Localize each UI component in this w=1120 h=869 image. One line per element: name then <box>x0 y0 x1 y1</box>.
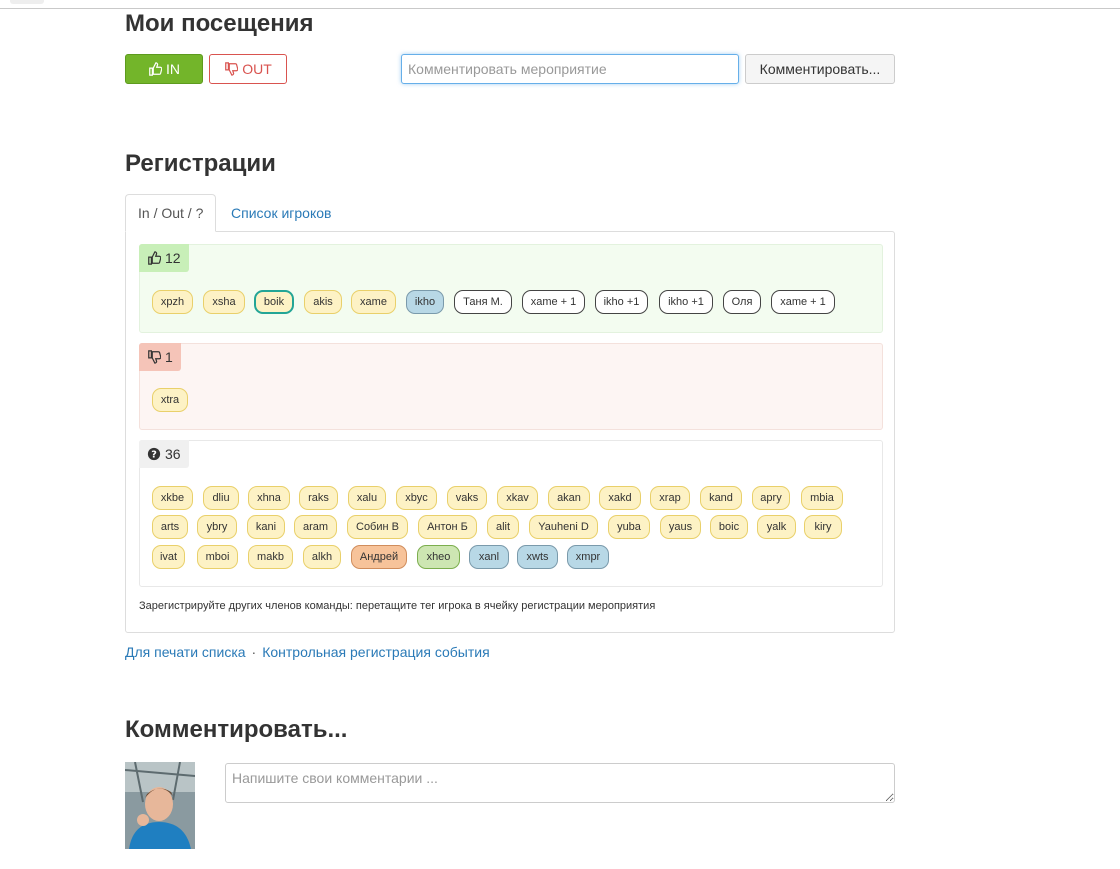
player-tag[interactable]: ivat <box>152 545 185 569</box>
player-tag[interactable]: makb <box>248 545 293 569</box>
print-list-link[interactable]: Для печати списка <box>125 644 246 660</box>
visits-heading: Мои посещения <box>125 10 314 37</box>
comments-heading: Комментировать... <box>125 716 348 743</box>
in-count: 12 <box>165 250 181 266</box>
player-tag[interactable]: dliu <box>203 486 239 510</box>
player-tag[interactable]: xwts <box>517 545 558 569</box>
player-tag[interactable]: vaks <box>447 486 487 510</box>
player-tag[interactable]: mbia <box>801 486 843 510</box>
out-box[interactable]: 1 xtra <box>139 343 883 430</box>
event-comment-input[interactable] <box>401 54 739 84</box>
registrations-heading: Регистрации <box>125 150 276 177</box>
player-tag[interactable]: Yauheni D <box>529 515 598 539</box>
player-tag[interactable]: xbyc <box>396 486 437 510</box>
player-tag[interactable]: yuba <box>608 515 650 539</box>
player-tag[interactable]: apry <box>752 486 790 510</box>
out-count: 1 <box>165 349 173 365</box>
top-bar-button[interactable] <box>10 0 44 4</box>
player-tag[interactable]: ikho +1 <box>659 290 713 314</box>
player-tag[interactable]: Антон Б <box>418 515 477 539</box>
player-tag[interactable]: ybry <box>197 515 237 539</box>
player-tag[interactable]: raks <box>299 486 338 510</box>
player-tag[interactable]: kani <box>247 515 285 539</box>
player-tag[interactable]: xtra <box>152 388 188 412</box>
avatar-image <box>125 762 195 849</box>
player-tag[interactable]: alit <box>487 515 519 539</box>
player-tag[interactable]: xkbe <box>152 486 193 510</box>
player-tag[interactable]: boik <box>254 290 294 314</box>
registration-links: Для печати списка · Контрольная регистраци… <box>125 644 490 660</box>
player-tag[interactable]: xsha <box>203 290 245 314</box>
player-tag[interactable]: boic <box>710 515 748 539</box>
comment-textarea[interactable] <box>225 763 895 803</box>
unknown-box[interactable]: ? 36 xkbe dliu xhna raks xalu xbyc vaks … <box>139 440 883 587</box>
player-tag[interactable]: ikho +1 <box>595 290 648 314</box>
player-tag[interactable]: ikho <box>406 290 444 314</box>
registration-panel: 12 xpzh xsha boik akis xame ikho Таня М.… <box>125 231 895 633</box>
player-tag[interactable]: xame + 1 <box>771 290 835 314</box>
avatar <box>125 762 195 849</box>
player-tag[interactable]: xame <box>351 290 396 314</box>
registration-hint: Зарегистрируйте других членов команды: п… <box>139 600 656 612</box>
player-tag[interactable]: Оля <box>723 290 761 314</box>
player-tag[interactable]: akis <box>304 290 342 314</box>
svg-text:?: ? <box>151 450 157 461</box>
player-tag[interactable]: xhna <box>248 486 290 510</box>
thumbs-up-icon <box>148 251 161 265</box>
in-button-label: IN <box>166 61 180 77</box>
player-tag[interactable]: kand <box>700 486 742 510</box>
player-tag[interactable]: xheo <box>417 545 460 569</box>
player-tag[interactable]: kiry <box>804 515 842 539</box>
player-tag[interactable]: xkav <box>497 486 538 510</box>
tab-in-out[interactable]: In / Out / ? <box>125 194 217 232</box>
comment-button[interactable]: Комментировать... <box>745 54 895 84</box>
player-tag[interactable]: Андрей <box>351 545 407 569</box>
question-circle-icon: ? <box>147 447 161 461</box>
out-button-label: OUT <box>242 61 272 77</box>
in-box[interactable]: 12 xpzh xsha boik akis xame ikho Таня М.… <box>139 244 883 333</box>
unknown-count-badge: ? 36 <box>139 440 189 468</box>
control-registration-link[interactable]: Контрольная регистрация события <box>262 644 489 660</box>
thumbs-up-icon <box>149 62 162 76</box>
player-tag[interactable]: xame + 1 <box>522 290 585 314</box>
player-tag[interactable]: Таня М. <box>454 290 512 314</box>
player-tag[interactable]: arts <box>152 515 188 539</box>
unknown-count: 36 <box>165 446 181 462</box>
registration-tabs: In / Out / ? Список игроков <box>125 194 895 232</box>
in-button[interactable]: IN <box>125 54 203 84</box>
player-tag[interactable]: mboi <box>197 545 238 569</box>
player-tag[interactable]: alkh <box>303 545 341 569</box>
player-tag[interactable]: xakd <box>599 486 641 510</box>
top-bar <box>0 0 1120 9</box>
player-tag[interactable]: xrap <box>650 486 690 510</box>
player-tag[interactable]: xalu <box>348 486 386 510</box>
player-tag[interactable]: yaus <box>660 515 701 539</box>
player-tag[interactable]: xanl <box>469 545 509 569</box>
player-tag[interactable]: aram <box>294 515 337 539</box>
player-tag[interactable]: xpzh <box>152 290 193 314</box>
out-count-badge: 1 <box>139 343 181 371</box>
player-tag[interactable]: xmpr <box>567 545 609 569</box>
thumbs-down-icon <box>148 350 161 364</box>
thumbs-down-icon <box>225 62 239 76</box>
out-button[interactable]: OUT <box>209 54 287 84</box>
in-count-badge: 12 <box>139 244 189 272</box>
player-tag[interactable]: akan <box>548 486 590 510</box>
player-tag[interactable]: Собин В <box>347 515 408 539</box>
player-tag[interactable]: yalk <box>757 515 796 539</box>
link-separator: · <box>251 644 257 660</box>
tab-player-list[interactable]: Список игроков <box>219 194 343 232</box>
